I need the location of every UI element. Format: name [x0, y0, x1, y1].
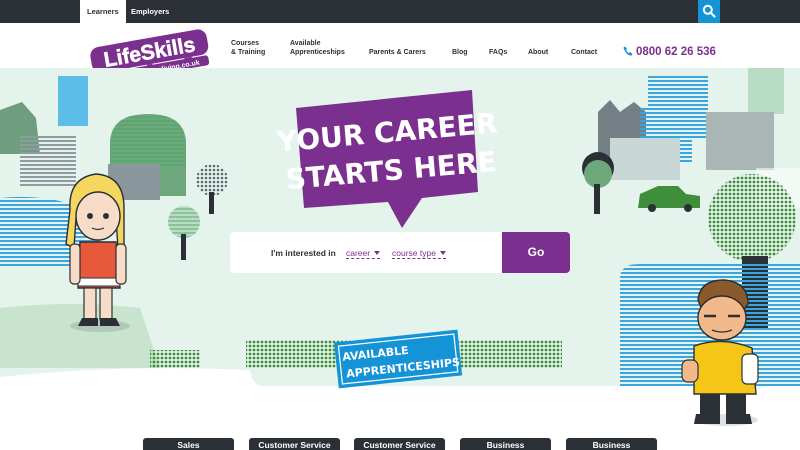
- career-dropdown[interactable]: career: [346, 248, 381, 259]
- category-tab-customer-service[interactable]: Customer Service: [249, 438, 340, 450]
- nav-courses-line1: Courses: [231, 40, 260, 47]
- search-button[interactable]: [698, 0, 720, 23]
- nav-courses-training[interactable]: Courses & Training: [231, 40, 265, 57]
- nav-about[interactable]: About: [528, 49, 548, 58]
- course-type-dropdown-value: course type: [392, 248, 436, 258]
- search-label: I'm interested in: [271, 248, 336, 258]
- go-button[interactable]: Go: [502, 232, 570, 273]
- category-tab-customer-service-2[interactable]: Customer Service: [354, 438, 445, 450]
- apprenticeships-badge: AVAILABLE APPRENTICESHIPS: [334, 329, 463, 389]
- tab-learners[interactable]: Learners: [80, 0, 126, 23]
- phone-number: 0800 62 26 536: [636, 46, 716, 58]
- nav-available-apprenticeships[interactable]: Available Apprenticeships: [290, 40, 345, 57]
- tab-employers[interactable]: Employers: [124, 0, 176, 23]
- phone-link[interactable]: 0800 62 26 536: [623, 46, 716, 58]
- phone-icon: [623, 46, 633, 56]
- category-tab-business-2[interactable]: Business: [566, 438, 657, 450]
- nav-faqs[interactable]: FAQs: [489, 49, 507, 58]
- category-tab-sales[interactable]: Sales: [143, 438, 234, 450]
- nav-courses-line2: & Training: [231, 48, 266, 56]
- course-type-dropdown[interactable]: course type: [392, 248, 446, 259]
- category-tab-business[interactable]: Business: [460, 438, 551, 450]
- nav-apprenticeships-line2: Apprenticeships: [290, 48, 345, 56]
- chevron-down-icon: [374, 251, 381, 255]
- nav-blog[interactable]: Blog: [452, 49, 468, 58]
- career-dropdown-value: career: [346, 248, 371, 258]
- top-bar: Learners Employers: [0, 0, 800, 23]
- nav-contact[interactable]: Contact: [571, 49, 597, 58]
- headline-bubble: YOUR CAREER STARTS HERE: [275, 90, 499, 228]
- nav-apprenticeships-line1: Available: [290, 40, 321, 47]
- nav-parents-carers[interactable]: Parents & Carers: [369, 49, 426, 58]
- search-icon: [702, 4, 716, 18]
- chevron-down-icon: [439, 251, 446, 255]
